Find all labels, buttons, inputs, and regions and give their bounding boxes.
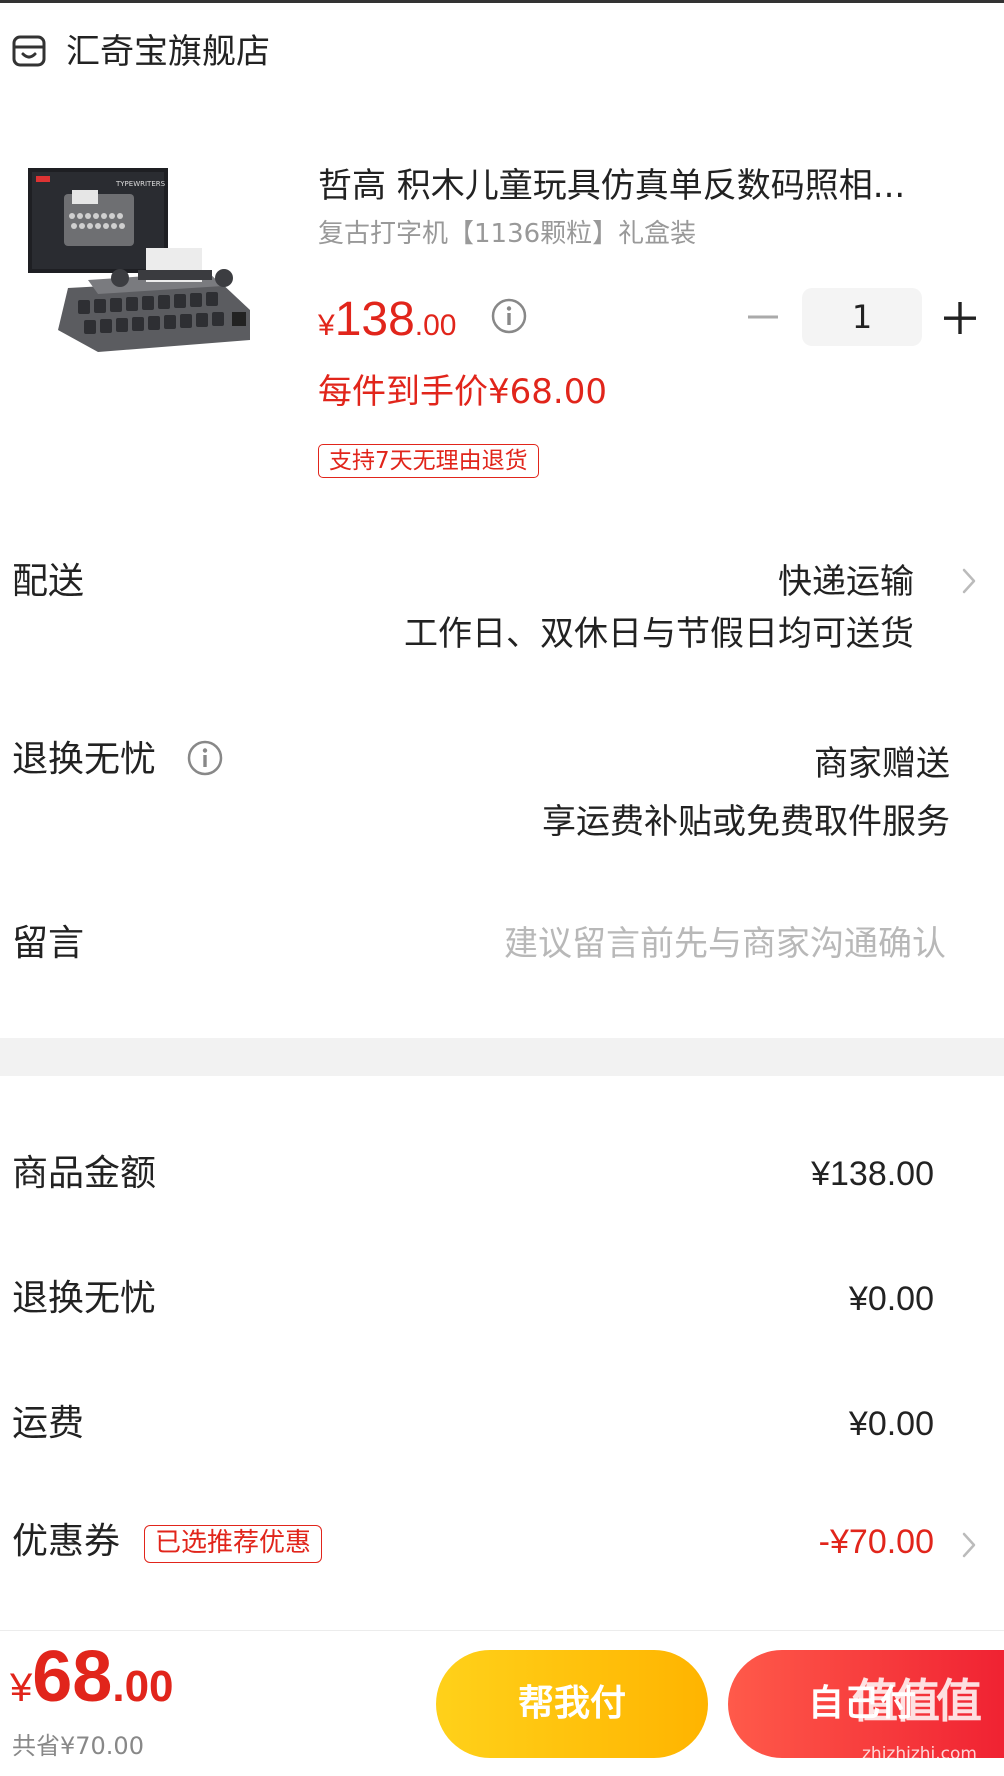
- product-spec[interactable]: 复古打字机【1136颗粒】礼盒装: [318, 216, 696, 252]
- product-image[interactable]: TYPEWRITERS: [18, 160, 263, 380]
- help-me-pay-button[interactable]: 帮我付: [436, 1650, 708, 1758]
- watermark-url: zhizhizhi.com: [862, 1744, 977, 1764]
- total-integer: 68: [32, 1637, 113, 1717]
- watermark: 值值值: [852, 1674, 982, 1728]
- return-fee-value: ¥0.00: [848, 1280, 934, 1318]
- message-input[interactable]: 建议留言前先与商家沟通确认: [504, 922, 946, 966]
- goods-amount-label: 商品金额: [12, 1153, 157, 1194]
- unit-final-price: 每件到手价¥68.00: [318, 372, 607, 412]
- coupon-label: 优惠券: [12, 1521, 121, 1562]
- total-price: ¥68.00: [10, 1636, 174, 1718]
- return-service-label: 退换无忧: [12, 739, 157, 780]
- total-saved: 共省¥70.00: [12, 1732, 144, 1760]
- return-fee-label: 退换无忧: [12, 1278, 157, 1319]
- coupon-tag: 已选推荐优惠: [144, 1525, 323, 1563]
- chevron-right-icon[interactable]: [958, 564, 980, 598]
- increase-quantity-icon[interactable]: [942, 300, 978, 336]
- price-symbol: ¥: [318, 309, 335, 342]
- return-service-value: 商家赠送: [814, 744, 950, 784]
- shipping-fee-label: 运费: [12, 1403, 85, 1444]
- decrease-quantity-icon[interactable]: [746, 300, 780, 334]
- price-decimal: .00: [414, 309, 457, 342]
- goods-amount-value: ¥138.00: [811, 1155, 934, 1193]
- store-icon: [12, 35, 46, 67]
- quantity-value[interactable]: 1: [802, 288, 922, 346]
- return-info-icon[interactable]: [186, 739, 224, 777]
- section-divider: [0, 1038, 1004, 1076]
- total-symbol: ¥: [10, 1666, 33, 1710]
- price-info-icon[interactable]: [490, 297, 528, 335]
- return-service-note: 享运费补贴或免费取件服务: [542, 802, 950, 842]
- coupon-value[interactable]: -¥70.00: [819, 1520, 934, 1564]
- message-label: 留言: [12, 923, 85, 964]
- delivery-label: 配送: [12, 561, 85, 602]
- delivery-method[interactable]: 快递运输: [778, 560, 914, 604]
- product-box-label: TYPEWRITERS: [115, 180, 166, 188]
- product-price: ¥138.00: [318, 292, 457, 347]
- return-policy-tag: 支持7天无理由退货: [318, 444, 539, 478]
- store-name[interactable]: 汇奇宝旗舰店: [66, 30, 270, 74]
- price-integer: 138: [334, 293, 415, 346]
- coupon-chevron-icon[interactable]: [958, 1528, 980, 1562]
- bottom-bar-border: [0, 1630, 1004, 1631]
- total-decimal: .00: [112, 1662, 174, 1711]
- shipping-fee-value: ¥0.00: [848, 1405, 934, 1443]
- top-border: [0, 0, 1004, 3]
- delivery-note: 工作日、双休日与节假日均可送货: [404, 614, 914, 654]
- product-title[interactable]: 哲高 积木儿童玩具仿真单反数码照相...: [318, 164, 988, 208]
